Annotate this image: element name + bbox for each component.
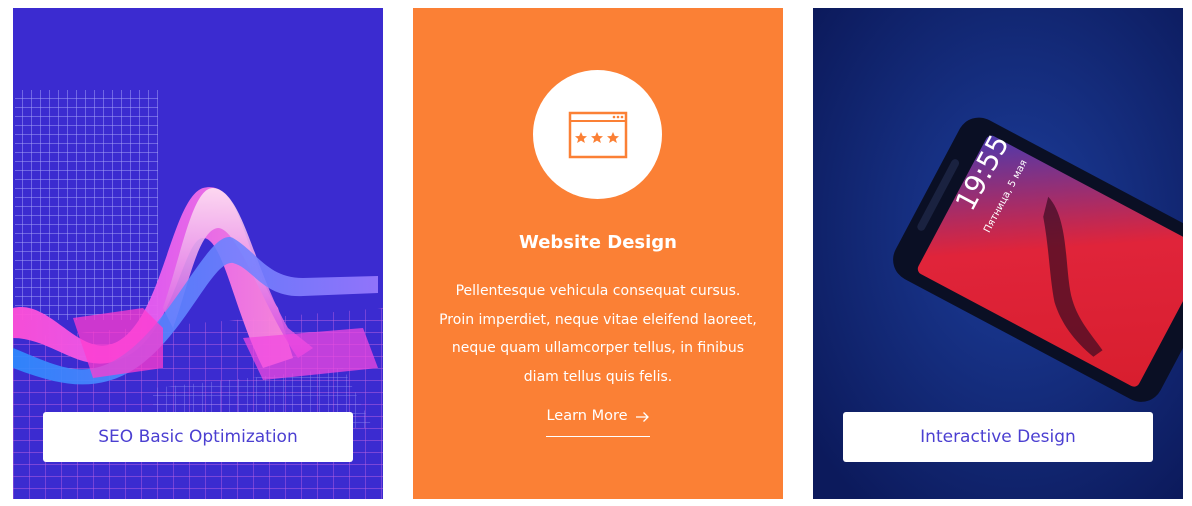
icon-circle (533, 70, 662, 199)
learn-more-link[interactable]: Learn More (546, 408, 650, 437)
card-description: Pellentesque vehicula consequat cursus. … (433, 277, 763, 391)
service-card-seo[interactable]: SEO Basic Optimization (13, 8, 383, 499)
browser-rating-icon (568, 111, 627, 158)
description-line: diam tellus quis felis. (523, 368, 673, 385)
service-card-interactive-design[interactable]: 19:55 Пятница, 5 мая Interactive Design (813, 8, 1183, 499)
service-card-website-design: Website Design Pellentesque vehicula con… (413, 8, 783, 499)
seo-label-button[interactable]: SEO Basic Optimization (43, 412, 353, 462)
description-line: Pellentesque vehicula consequat cursus. (455, 283, 741, 299)
description-line: neque quam ullamcorper tellus, in finibu… (451, 340, 745, 356)
arrow-right-icon (635, 412, 649, 422)
interactive-design-label-button[interactable]: Interactive Design (843, 412, 1153, 462)
learn-more-label: Learn More (546, 408, 628, 424)
card-title: Website Design (518, 232, 677, 253)
description-line: Proin imperdiet, neque vitae eleifend la… (439, 311, 757, 328)
